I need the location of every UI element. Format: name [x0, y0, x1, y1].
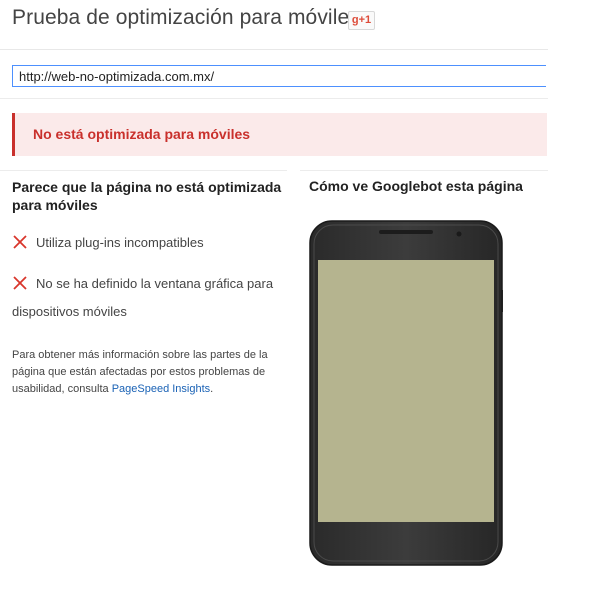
alert-text: No está optimizada para móviles [33, 126, 251, 142]
x-mark-icon [13, 235, 27, 249]
issue-item: No se ha definido la ventana gráfica par… [12, 270, 292, 326]
url-input[interactable] [12, 65, 546, 87]
info-end: . [210, 383, 214, 395]
earpiece [379, 230, 433, 234]
issue-item: Utiliza plug-ins incompatibles [12, 229, 204, 257]
x-mark-icon [13, 276, 27, 290]
divider [0, 170, 287, 171]
camera [456, 231, 462, 237]
info-paragraph: Para obtener más información sobre las p… [12, 347, 284, 398]
divider [300, 170, 548, 171]
divider [0, 49, 548, 50]
result-alert: No está optimizada para móviles [12, 113, 547, 156]
googlebot-view-heading: Cómo ve Googlebot esta página [309, 178, 523, 194]
issue-text: No se ha definido la ventana gráfica par… [12, 276, 274, 319]
issues-heading: Parece que la página no está optimizada … [12, 179, 282, 213]
google-plus-one-button[interactable]: g+1 [348, 11, 375, 30]
issue-text: Utiliza plug-ins incompatibles [36, 235, 204, 250]
phone-mockup [309, 220, 503, 566]
divider [0, 98, 548, 99]
page-title: Prueba de optimización para móviles [12, 6, 360, 29]
pagespeed-insights-link[interactable]: PageSpeed Insights [112, 383, 210, 395]
phone-screen [318, 260, 494, 522]
